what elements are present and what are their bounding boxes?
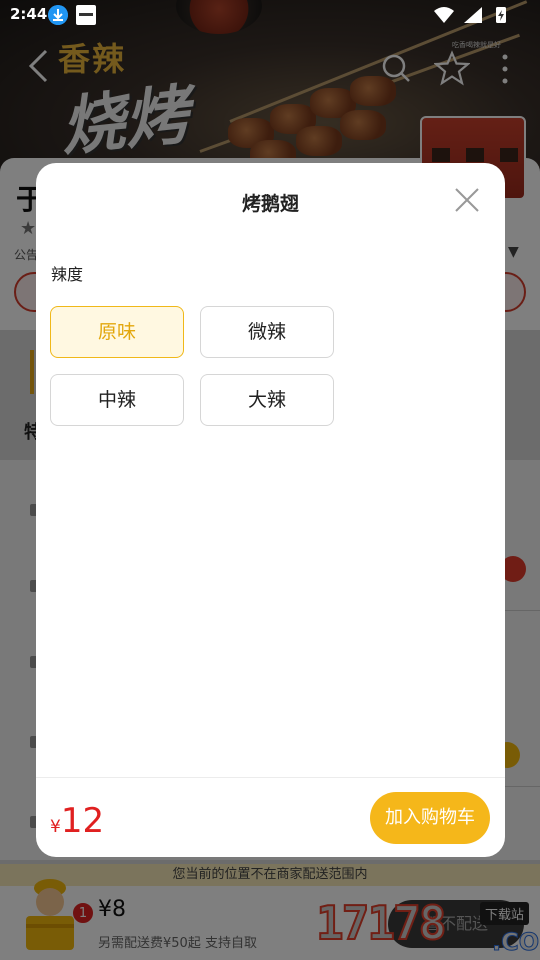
divider bbox=[36, 777, 505, 778]
status-bar: 2:44 bbox=[0, 0, 540, 30]
spice-option-dialog: 烤鹅翅 辣度 原味 微辣 中辣 大辣 ¥12 加入购物车 bbox=[36, 163, 505, 857]
item-price: ¥12 bbox=[50, 801, 104, 841]
option-original[interactable]: 原味 bbox=[50, 306, 184, 358]
dialog-title: 烤鹅翅 bbox=[241, 193, 299, 215]
signal-icon bbox=[464, 7, 482, 23]
system-status-icons bbox=[434, 7, 506, 23]
spice-level-label: 辣度 bbox=[51, 265, 84, 284]
option-mild-spicy[interactable]: 微辣 bbox=[200, 306, 334, 358]
status-time: 2:44 bbox=[10, 5, 48, 23]
price-currency: ¥ bbox=[50, 817, 61, 837]
add-to-cart-button[interactable]: 加入购物车 bbox=[370, 792, 490, 844]
close-icon[interactable] bbox=[450, 183, 484, 217]
option-medium-spicy[interactable]: 中辣 bbox=[50, 374, 184, 426]
wifi-icon bbox=[434, 7, 454, 23]
download-icon bbox=[48, 5, 68, 25]
option-hot-spicy[interactable]: 大辣 bbox=[200, 374, 334, 426]
app-notification-icon bbox=[76, 5, 96, 25]
price-amount: 12 bbox=[60, 801, 105, 841]
